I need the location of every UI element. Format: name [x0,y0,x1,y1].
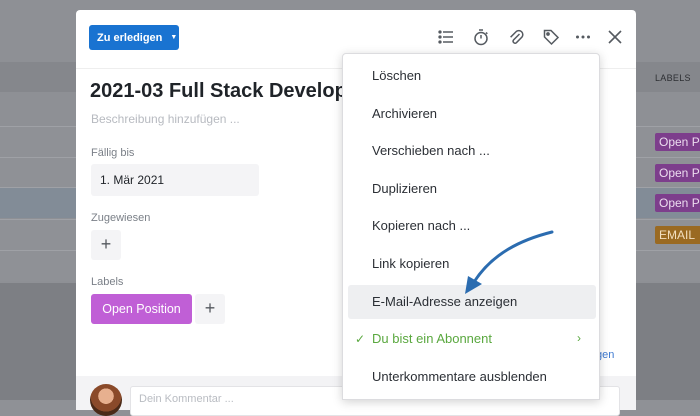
menu-item-label: Verschieben nach ... [372,143,490,158]
menu-item-show-email[interactable]: E-Mail-Adresse anzeigen [348,285,596,319]
menu-item-duplicate[interactable]: Duplizieren [348,172,596,206]
menu-item-subscription[interactable]: ✓ Du bist ein Abonnent › [348,322,596,356]
menu-item-delete[interactable]: Löschen [348,59,596,93]
labels-column-header: LABELS [655,73,691,83]
menu-item-copy-to[interactable]: Kopieren nach ... [348,209,596,243]
task-title[interactable]: 2021-03 Full Stack Developer [90,80,342,103]
caret-down-icon: ▼ [170,34,178,41]
menu-item-copy-link[interactable]: Link kopieren [348,247,596,281]
row-label-tag: EMAIL [655,226,700,244]
menu-item-label: Duplizieren [372,181,438,196]
status-dropdown-button[interactable]: Zu erledigen ▼ [89,25,179,50]
add-label-button[interactable]: + [195,294,225,324]
menu-item-archive[interactable]: Archivieren [348,97,596,131]
row-label-tag: Open Position [655,133,700,151]
avatar [90,384,122,416]
more-actions-menu: Löschen Archivieren Verschieben nach ...… [342,53,600,400]
close-icon[interactable] [606,28,624,46]
menu-item-label: Löschen [372,68,422,83]
assigned-label: Zugewiesen [91,212,151,224]
tag-icon[interactable] [542,28,560,46]
timer-icon[interactable] [472,28,490,46]
menu-item-hide-subcomments[interactable]: Unterkommentare ausblenden [348,360,596,394]
status-label: Zu erledigen [97,31,163,44]
menu-item-label: Link kopieren [372,256,450,271]
more-icon[interactable] [574,28,592,46]
menu-item-move[interactable]: Verschieben nach ... [348,134,596,168]
menu-item-label: E-Mail-Adresse anzeigen [372,294,518,309]
labels-label: Labels [91,276,124,288]
menu-item-label: Du bist ein Abonnent [372,331,492,346]
row-label-tag: Open Position [655,164,700,182]
label-chip-open-position[interactable]: Open Position [91,294,192,324]
menu-item-label: Archivieren [372,106,438,121]
chevron-right-icon: › [577,331,581,345]
due-date-label: Fällig bis [91,147,135,159]
add-assignee-button[interactable]: + [91,230,121,260]
menu-item-label: Kopieren nach ... [372,218,471,233]
due-date-field[interactable]: 1. Mär 2021 [91,164,259,196]
menu-item-label: Unterkommentare ausblenden [372,369,547,384]
row-label-tag: Open Position [655,194,700,212]
description-placeholder[interactable]: Beschreibung hinzufügen ... [91,112,240,126]
check-icon: ✓ [355,332,366,346]
checklist-icon[interactable] [437,28,455,46]
attachment-icon[interactable] [507,28,525,46]
